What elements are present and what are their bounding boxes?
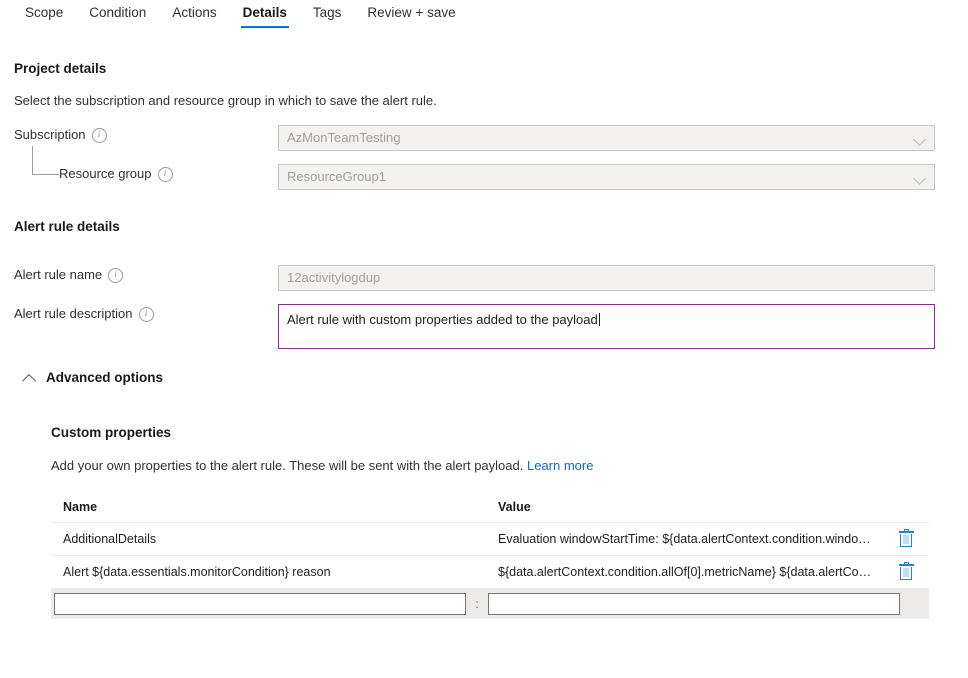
tab-label: Details bbox=[243, 5, 287, 20]
custom-properties-description-row: Add your own properties to the alert rul… bbox=[51, 458, 593, 473]
table-row: Alert ${data.essentials.monitorCondition… bbox=[51, 556, 929, 589]
alert-rule-name-label-group: Alert rule name bbox=[14, 267, 123, 282]
alert-rule-name-input[interactable]: 12activitylogdup bbox=[278, 265, 935, 291]
subscription-value: AzMonTeamTesting bbox=[287, 130, 400, 145]
tab-review-save[interactable]: Review + save bbox=[354, 0, 468, 31]
row-value: ${data.alertContext.condition.allOf[0].m… bbox=[498, 565, 883, 579]
chevron-down-icon bbox=[913, 172, 926, 185]
subscription-field-row: Subscription AzMonTeamTesting bbox=[14, 125, 935, 149]
column-header-value: Value bbox=[498, 500, 883, 514]
alert-rule-description-field-row: Alert rule description Alert rule with c… bbox=[14, 304, 935, 351]
resource-group-dropdown-display: ResourceGroup1 bbox=[278, 164, 935, 190]
new-property-value-input[interactable] bbox=[488, 593, 900, 615]
trash-body bbox=[900, 567, 912, 580]
row-name: Alert ${data.essentials.monitorCondition… bbox=[51, 565, 498, 579]
info-icon[interactable] bbox=[158, 167, 173, 182]
row-name: AdditionalDetails bbox=[51, 532, 498, 546]
tab-scope[interactable]: Scope bbox=[12, 0, 76, 31]
alert-rule-description-value: Alert rule with custom properties added … bbox=[287, 312, 598, 327]
resource-group-dropdown[interactable]: ResourceGroup1 bbox=[278, 164, 935, 190]
row-actions bbox=[883, 564, 929, 580]
resource-group-field-row: Resource group ResourceGroup1 bbox=[14, 164, 935, 188]
tab-label: Actions bbox=[172, 5, 216, 20]
delete-icon[interactable] bbox=[899, 531, 914, 547]
alert-rule-name-field-row: Alert rule name 12activitylogdup bbox=[14, 265, 935, 289]
project-details-heading: Project details bbox=[14, 61, 106, 76]
alert-rule-name-value: 12activitylogdup bbox=[278, 265, 935, 291]
resource-group-label: Resource group bbox=[59, 166, 152, 181]
project-details-description: Select the subscription and resource gro… bbox=[14, 93, 437, 108]
advanced-options-label: Advanced options bbox=[46, 370, 163, 385]
alert-rule-details-heading: Alert rule details bbox=[14, 219, 120, 234]
tab-details[interactable]: Details bbox=[230, 0, 300, 31]
tab-actions[interactable]: Actions bbox=[159, 0, 229, 31]
trash-lid bbox=[899, 531, 914, 533]
row-actions bbox=[883, 531, 929, 547]
subscription-label-group: Subscription bbox=[14, 127, 107, 142]
advanced-options-toggle[interactable]: Advanced options bbox=[24, 370, 163, 385]
wizard-tab-bar: Scope Condition Actions Details Tags Rev… bbox=[0, 0, 968, 34]
alert-rule-description-label: Alert rule description bbox=[14, 306, 133, 321]
info-icon[interactable] bbox=[139, 307, 154, 322]
tab-label: Tags bbox=[313, 5, 342, 20]
info-icon[interactable] bbox=[108, 268, 123, 283]
tab-label: Condition bbox=[89, 5, 146, 20]
key-value-separator: : bbox=[466, 597, 488, 611]
column-header-name: Name bbox=[51, 500, 498, 514]
alert-rule-description-editor[interactable]: Alert rule with custom properties added … bbox=[278, 304, 935, 349]
new-property-name-input[interactable] bbox=[54, 593, 466, 615]
tab-tags[interactable]: Tags bbox=[300, 0, 355, 31]
chevron-down-icon bbox=[913, 133, 926, 146]
custom-properties-description: Add your own properties to the alert rul… bbox=[51, 458, 523, 473]
custom-properties-heading: Custom properties bbox=[51, 425, 171, 440]
trash-body bbox=[900, 534, 912, 547]
delete-icon[interactable] bbox=[899, 564, 914, 580]
alert-rule-description-textarea[interactable]: Alert rule with custom properties added … bbox=[278, 304, 935, 349]
tab-label: Scope bbox=[25, 5, 63, 20]
alert-rule-description-label-group: Alert rule description bbox=[14, 306, 154, 321]
subscription-dropdown-display: AzMonTeamTesting bbox=[278, 125, 935, 151]
info-icon[interactable] bbox=[92, 128, 107, 143]
table-header-row: Name Value bbox=[51, 492, 929, 523]
alert-rule-name-label: Alert rule name bbox=[14, 267, 102, 282]
subscription-label: Subscription bbox=[14, 127, 86, 142]
tab-condition[interactable]: Condition bbox=[76, 0, 159, 31]
new-property-row: : bbox=[51, 589, 929, 619]
subscription-dropdown[interactable]: AzMonTeamTesting bbox=[278, 125, 935, 151]
resource-group-value: ResourceGroup1 bbox=[287, 169, 386, 184]
text-caret bbox=[599, 313, 600, 326]
resource-group-label-group: Resource group bbox=[59, 166, 173, 181]
tree-connector-line bbox=[32, 146, 59, 175]
row-value: Evaluation windowStartTime: ${data.alert… bbox=[498, 532, 883, 546]
chevron-up-icon bbox=[22, 373, 36, 387]
custom-properties-table: Name Value AdditionalDetails Evaluation … bbox=[51, 492, 929, 619]
trash-lid bbox=[899, 564, 914, 566]
learn-more-link[interactable]: Learn more bbox=[527, 458, 593, 473]
table-row: AdditionalDetails Evaluation windowStart… bbox=[51, 523, 929, 556]
tab-label: Review + save bbox=[367, 5, 455, 20]
